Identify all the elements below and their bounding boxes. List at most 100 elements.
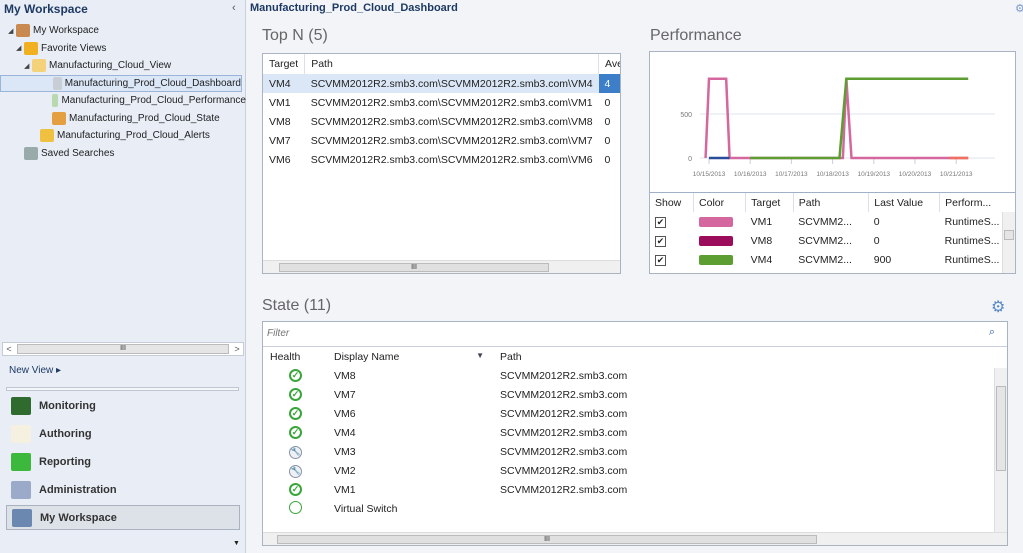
scroll-thumb[interactable]: III [17, 344, 229, 354]
column-header-path[interactable]: Path [498, 347, 1007, 366]
target: VM8 [750, 234, 773, 247]
show-checkbox[interactable]: ✔ [655, 254, 666, 266]
tree-item-label: Saved Searches [41, 147, 115, 159]
state-vertical-scrollbar[interactable] [994, 368, 1007, 533]
search-icon[interactable]: ⌕ [989, 326, 995, 339]
table-row[interactable]: ✓ VM7 SCVMM2012R2.smb3.com [263, 385, 1007, 404]
legend-column-header[interactable]: Perform... [939, 193, 1015, 212]
column-header-average[interactable]: Ave [598, 54, 620, 74]
tree-item[interactable]: ◢ Favorite Views [0, 40, 246, 58]
dashboard-icon [53, 76, 62, 90]
display-name: VM1 [334, 483, 356, 496]
tree-item[interactable]: ◢ My Workspace [0, 22, 246, 40]
workspace-tree: ◢ My Workspace ◢ Favorite Views ◢ Manufacturi… [0, 22, 246, 162]
state-horizontal-scrollbar[interactable]: III [263, 532, 1007, 545]
state-settings-gear-icon[interactable]: ⚙ [991, 297, 1005, 317]
state-grid: ⌕ Health Display Name ▼ Path ✓ VM8 SCVMM201… [262, 321, 1008, 546]
last-value: 900 [873, 253, 892, 266]
legend-column-header[interactable]: Last Value [868, 193, 941, 212]
pane-splitter[interactable] [6, 387, 239, 391]
cell: 0 [604, 134, 611, 147]
target: VM1 [750, 215, 773, 228]
x-tick-label: 10/19/2013 [858, 171, 891, 178]
table-row[interactable]: VM7 SCVMM2012R2.smb3.com\SCVMM2012R2.smb3… [263, 131, 620, 150]
legend-column-header[interactable]: Target [745, 193, 794, 212]
x-tick-label: 10/17/2013 [775, 171, 808, 178]
tree-item-label: Manufacturing_Cloud_View [49, 60, 172, 72]
tree-item[interactable]: ◢ Manufacturing_Cloud_View [0, 57, 246, 75]
tree-item[interactable]: Manufacturing_Prod_Cloud_Alerts [0, 127, 246, 145]
gear-icon[interactable]: ⚙ [1015, 2, 1023, 15]
table-row[interactable]: VM8 SCVMM2012R2.smb3.com\SCVMM2012R2.smb3… [263, 112, 620, 131]
table-row[interactable]: 🔧 VM2 SCVMM2012R2.smb3.com [263, 461, 1007, 480]
path: SCVMM2012R2.smb3.com [500, 388, 628, 401]
tree-item[interactable]: Manufacturing_Prod_Cloud_Dashboard [0, 74, 242, 92]
legend-row[interactable]: ✔ VM1 SCVMM2... 0 RuntimeS... [650, 212, 1015, 231]
table-row[interactable]: 🔧 VM3 SCVMM2012R2.smb3.com [263, 442, 1007, 461]
scroll-right-button[interactable]: > [231, 343, 243, 355]
column-header-health[interactable]: Health [263, 347, 332, 366]
table-row[interactable]: VM4 SCVMM2012R2.smb3.com\SCVMM2012R2.smb3… [263, 74, 620, 93]
wunderbar-label: Authoring [39, 427, 92, 440]
path: SCVMM2012R2.smb3.com [500, 464, 628, 477]
performance-title: Performance [650, 27, 742, 44]
tree-item[interactable]: Manufacturing_Prod_Cloud_Performance [0, 92, 246, 110]
legend-row[interactable]: ✔ VM4 SCVMM2... 900 RuntimeS... [650, 250, 1015, 269]
legend-row[interactable]: ✔ VM8 SCVMM2... 0 RuntimeS... [650, 231, 1015, 250]
wunderbar-button[interactable]: Administration [6, 477, 240, 502]
show-checkbox[interactable]: ✔ [655, 216, 666, 228]
table-row[interactable]: ✓ VM6 SCVMM2012R2.smb3.com [263, 404, 1007, 423]
scroll-thumb[interactable]: III [279, 263, 549, 272]
scroll-thumb[interactable] [1004, 230, 1014, 240]
topn-horizontal-scrollbar[interactable]: III [263, 260, 620, 273]
y-tick-label: 500 [680, 112, 692, 119]
page-title: Manufacturing_Prod_Cloud_Dashboard [250, 2, 458, 14]
scroll-thumb[interactable] [996, 386, 1006, 471]
workspace-icon [12, 508, 32, 527]
tree-horizontal-scrollbar[interactable]: < III > [2, 342, 244, 356]
table-row[interactable]: ✓ VM1 SCVMM2012R2.smb3.com [263, 480, 1007, 499]
column-header-target[interactable]: Target [263, 54, 306, 74]
healthy-check-icon: ✓ [289, 388, 302, 401]
path: SCVMM2012R2.smb3.com [500, 445, 628, 458]
table-row[interactable]: ✓ VM8 SCVMM2012R2.smb3.com [263, 366, 1007, 385]
color-swatch[interactable] [698, 216, 733, 227]
expand-arrow-icon[interactable]: ◢ [16, 44, 24, 52]
column-header-display-name[interactable]: Display Name ▼ [332, 347, 498, 366]
wunderbar-button[interactable]: Authoring [6, 421, 240, 446]
show-checkbox[interactable]: ✔ [655, 235, 666, 247]
table-row[interactable]: Virtual Switch [263, 499, 1007, 518]
collapse-pane-button[interactable]: ‹ [232, 2, 236, 14]
table-row[interactable]: ✓ VM4 SCVMM2012R2.smb3.com [263, 423, 1007, 442]
display-name: VM7 [334, 388, 356, 401]
performance-widget: 0 500 10/15/2013 10/16/2013 10/17/2013 10/18/… [649, 51, 1016, 274]
wunderbar-button[interactable]: Reporting [6, 449, 240, 474]
scroll-thumb[interactable]: III [277, 535, 817, 544]
legend-column-header[interactable]: Show [650, 193, 695, 212]
wunderbar-label: My Workspace [40, 511, 117, 524]
topn-grid: Target Path Ave VM4SCVMM2012R2.smb3.com\… [262, 53, 621, 274]
table-row[interactable]: VM1 SCVMM2012R2.smb3.com\SCVMM2012R2.smb3… [263, 93, 620, 112]
cell: SCVMM2012R2.smb3.com\SCVMM2012R2.smb3.co… [310, 153, 593, 166]
expand-arrow-icon[interactable]: ◢ [24, 62, 32, 70]
new-view-link[interactable]: New View ▸ [9, 365, 61, 376]
last-value: 0 [873, 215, 880, 228]
legend-column-header[interactable]: Color [693, 193, 747, 212]
color-swatch[interactable] [698, 235, 733, 246]
wunderbar-button[interactable]: Monitoring [6, 393, 240, 418]
legend-vertical-scrollbar[interactable] [1002, 212, 1015, 273]
table-row[interactable]: VM6 SCVMM2012R2.smb3.com\SCVMM2012R2.smb3… [263, 150, 620, 169]
tree-item[interactable]: Saved Searches [0, 145, 246, 163]
expand-arrow-icon[interactable]: ◢ [8, 27, 16, 35]
legend-column-header[interactable]: Path [793, 193, 870, 212]
wunderbar-label: Monitoring [39, 399, 96, 412]
tree-item[interactable]: Manufacturing_Prod_Cloud_State [0, 110, 246, 128]
scroll-left-button[interactable]: < [3, 343, 15, 355]
column-header-path[interactable]: Path [304, 54, 600, 74]
path: SCVMM2012R2.smb3.com [500, 369, 628, 382]
color-swatch[interactable] [698, 254, 733, 265]
wunderbar-button[interactable]: My Workspace [6, 505, 240, 530]
filter-input[interactable] [263, 322, 963, 344]
configure-buttons-icon[interactable]: ▼ [233, 540, 240, 547]
tree-item-label: Manufacturing_Prod_Cloud_Dashboard [64, 77, 241, 89]
